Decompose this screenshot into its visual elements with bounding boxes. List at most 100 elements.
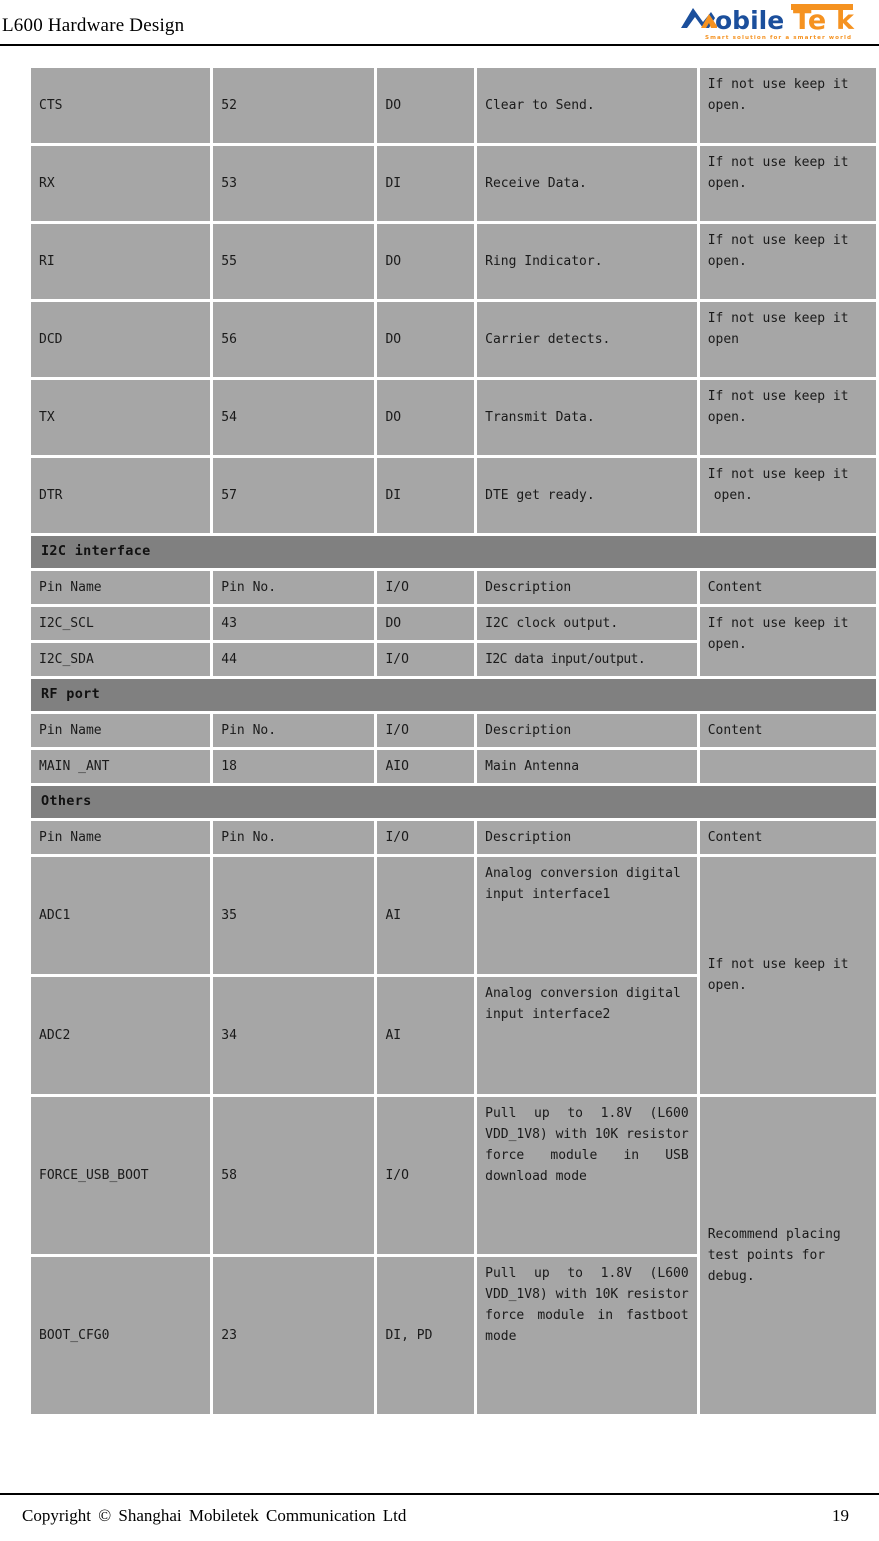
col-header-pin-name: Pin Name (31, 570, 211, 604)
cell-description: Analog conversion digital input interfac… (477, 856, 697, 974)
content-line-1: If not use keep it (707, 467, 849, 482)
col-header-content: Content (699, 713, 876, 747)
cell-content-merged: Recommend placing test points for debug. (699, 1096, 876, 1414)
pin-definition-table: CTS 52 DO Clear to Send. If not use keep… (28, 65, 879, 1417)
table-row: DCD 56 DO Carrier detects. If not use ke… (31, 302, 876, 377)
page-title: L600 Hardware Design (2, 15, 185, 36)
cell-io: AI (377, 856, 475, 974)
content-line-2: open. (713, 488, 753, 504)
cell-pin-no: 53 (213, 146, 375, 221)
col-header-description: Description (477, 820, 697, 854)
cell-content: If not use keep it open. (699, 68, 876, 143)
cell-pin-no: 54 (213, 380, 375, 455)
section-title-others: Others (31, 785, 876, 818)
cell-pin-name: BOOT_CFG0 (31, 1256, 211, 1414)
col-header-pin-no: Pin No. (213, 570, 375, 604)
section-header-row: I2C interface (31, 536, 876, 568)
col-header-pin-no: Pin No. (213, 820, 375, 854)
cell-io: DI (377, 146, 475, 221)
footer-divider (0, 1493, 879, 1495)
cell-pin-no: 44 (213, 642, 375, 676)
cell-pin-name: CTS (31, 68, 211, 143)
cell-content-merged: If not use keep it open. (699, 606, 876, 676)
cell-pin-name: DTR (31, 458, 211, 533)
col-header-io: I/O (377, 820, 475, 854)
cell-pin-name: ADC2 (31, 976, 211, 1094)
cell-description: DTE get ready. (477, 458, 697, 533)
cell-io: DI, PD (377, 1256, 475, 1414)
cell-description: Analog conversion digital input interfac… (477, 976, 697, 1094)
cell-pin-name: RX (31, 146, 211, 221)
section-title-rf-port: RF port (31, 678, 876, 711)
cell-pin-no: 43 (213, 606, 375, 640)
cell-io: I/O (377, 642, 475, 676)
table-row: ADC1 35 AI Analog conversion digital inp… (31, 856, 876, 1094)
cell-pin-name: DCD (31, 302, 211, 377)
cell-pin-name: TX (31, 380, 211, 455)
cell-description: Transmit Data. (477, 380, 697, 455)
cell-content: If not use keep it open (699, 302, 876, 377)
column-header-row: Pin Name Pin No. I/O Description Content (31, 713, 876, 747)
cell-description: Clear to Send. (477, 68, 697, 143)
cell-description: Pull up to 1.8V (L600 VDD_1V8) with 10K … (477, 1256, 697, 1414)
mobiletek-logo-icon: obile Te k Smart solution for a smarter … (681, 4, 855, 41)
cell-description: I2C data input/output. (477, 642, 697, 676)
table-row: CTS 52 DO Clear to Send. If not use keep… (31, 68, 876, 143)
cell-content: If not use keep it open. (699, 380, 876, 455)
cell-pin-no: 35 (213, 856, 375, 974)
cell-io: AI (377, 976, 475, 1094)
cell-pin-no: 18 (213, 749, 375, 783)
column-header-row: Pin Name Pin No. I/O Description Content (31, 820, 876, 854)
cell-description: Receive Data. (477, 146, 697, 221)
footer-copyright: Copyright © Shanghai Mobiletek Communica… (22, 1506, 407, 1525)
table-row: I2C_SCL 43 DO I2C clock output. If not u… (31, 606, 876, 676)
cell-io: DI (377, 458, 475, 533)
table-row: RI 55 DO Ring Indicator. If not use keep… (31, 224, 876, 299)
cell-pin-no: 34 (213, 976, 375, 1094)
cell-pin-no: 23 (213, 1256, 375, 1414)
cell-pin-name: I2C_SDA (31, 642, 211, 676)
page-header: L600 Hardware Design obile Te k Smart so… (0, 0, 879, 47)
cell-description: Main Antenna (477, 749, 697, 783)
section-header-row: Others (31, 785, 876, 818)
svg-text:Smart solution for a smarter w: Smart solution for a smarter world (705, 35, 852, 41)
table-row: FORCE_USB_BOOT 58 I/O Pull up to 1.8V (L… (31, 1096, 876, 1414)
cell-io: DO (377, 224, 475, 299)
cell-description: Ring Indicator. (477, 224, 697, 299)
cell-pin-name: RI (31, 224, 211, 299)
cell-content (699, 749, 876, 783)
col-header-io: I/O (377, 713, 475, 747)
cell-description: Carrier detects. (477, 302, 697, 377)
col-header-pin-name: Pin Name (31, 820, 211, 854)
section-title-i2c: I2C interface (31, 536, 876, 568)
page-footer: Copyright © Shanghai Mobiletek Communica… (0, 1500, 879, 1534)
cell-io: DO (377, 380, 475, 455)
column-header-row: Pin Name Pin No. I/O Description Content (31, 570, 876, 604)
cell-pin-no: 55 (213, 224, 375, 299)
header-divider (0, 44, 879, 46)
col-header-pin-name: Pin Name (31, 713, 211, 747)
cell-pin-no: 56 (213, 302, 375, 377)
cell-io: AIO (377, 749, 475, 783)
cell-pin-no: 57 (213, 458, 375, 533)
cell-pin-name: I2C_SCL (31, 606, 211, 640)
col-header-io: I/O (377, 570, 475, 604)
col-header-content: Content (699, 570, 876, 604)
cell-io: DO (377, 302, 475, 377)
cell-pin-name: ADC1 (31, 856, 211, 974)
cell-pin-no: 58 (213, 1096, 375, 1254)
cell-io: I/O (377, 1096, 475, 1254)
cell-pin-name: FORCE_USB_BOOT (31, 1096, 211, 1254)
cell-content: If not use keep it open. (699, 224, 876, 299)
cell-pin-no: 52 (213, 68, 375, 143)
col-header-description: Description (477, 570, 697, 604)
cell-content: If not use keep it open. (699, 146, 876, 221)
svg-text:obile: obile (715, 6, 784, 35)
section-header-row: RF port (31, 678, 876, 711)
cell-io: DO (377, 606, 475, 640)
table-row: RX 53 DI Receive Data. If not use keep i… (31, 146, 876, 221)
col-header-pin-no: Pin No. (213, 713, 375, 747)
table-row: TX 54 DO Transmit Data. If not use keep … (31, 380, 876, 455)
cell-content-merged: If not use keep it open. (699, 856, 876, 1094)
footer-page-number: 19 (832, 1506, 849, 1525)
